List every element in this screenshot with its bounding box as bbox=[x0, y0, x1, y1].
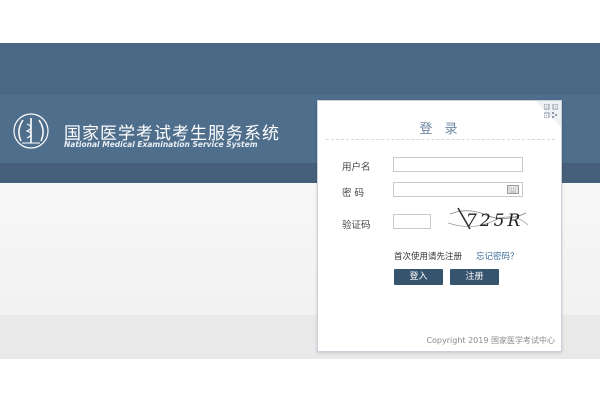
captcha-input[interactable] bbox=[393, 214, 431, 229]
captcha-text: 725R bbox=[466, 211, 523, 231]
medical-emblem-icon bbox=[13, 113, 49, 149]
title-divider bbox=[326, 139, 555, 140]
login-page: 国家医学考试考生服务系统 National Medical Examinatio… bbox=[0, 0, 600, 400]
forgot-password-link[interactable]: 忘记密码？ bbox=[476, 250, 519, 262]
login-title: 登 录 bbox=[419, 122, 462, 137]
qr-code-icon[interactable] bbox=[544, 104, 558, 118]
captcha-image[interactable]: 725R bbox=[448, 205, 528, 233]
captcha-label: 验证码 bbox=[342, 220, 371, 231]
password-label: 密 码 bbox=[342, 188, 365, 199]
login-button[interactable]: 登入 bbox=[394, 269, 443, 285]
header-band-top bbox=[0, 43, 600, 95]
copyright-text: Copyright 2019 国家医学考试中心 bbox=[426, 336, 555, 345]
first-use-hint: 首次使用请先注册 bbox=[394, 252, 463, 262]
system-subtitle: National Medical Examination Service Sys… bbox=[64, 140, 258, 149]
username-input[interactable] bbox=[393, 157, 523, 172]
register-button[interactable]: 注册 bbox=[450, 269, 499, 285]
keyboard-icon[interactable] bbox=[507, 185, 519, 194]
username-label: 用户名 bbox=[342, 162, 371, 173]
login-panel: 登 录 用户名 密 码 验证码 725R 首次使用请先注册 忘记密码？ 登入 注… bbox=[317, 100, 562, 352]
password-input[interactable] bbox=[393, 182, 523, 197]
